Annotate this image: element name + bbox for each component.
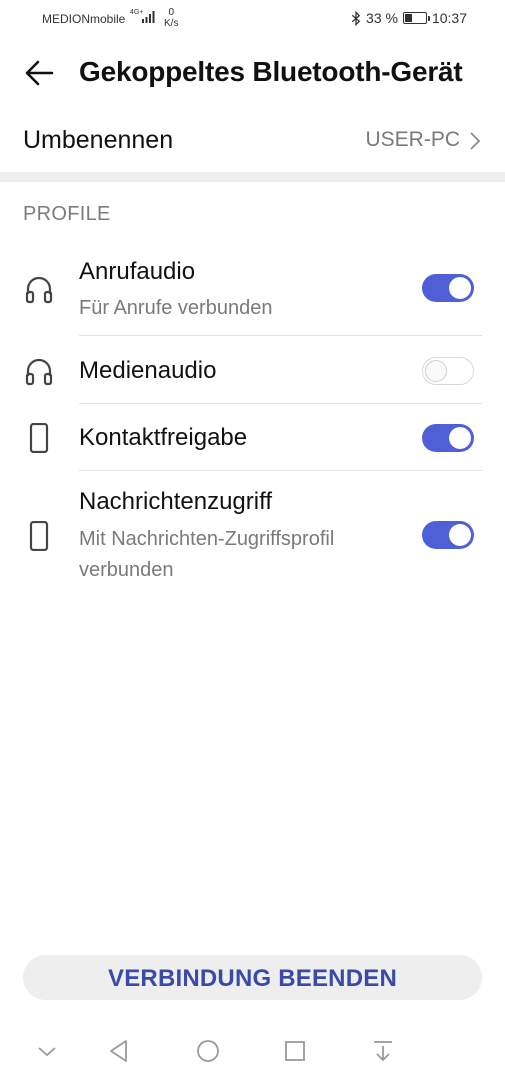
phone-icon (29, 521, 49, 551)
carrier-name: MEDIONmobile (42, 12, 126, 26)
clock: 10:37 (431, 10, 467, 26)
battery-percent: 33 % (366, 10, 398, 26)
row-divider (79, 335, 482, 336)
profile-row-media-audio[interactable]: Medienaudio (0, 337, 505, 404)
notification-pull-down-icon[interactable] (370, 1038, 396, 1064)
signal-icon (142, 11, 155, 23)
bluetooth-icon (351, 10, 361, 26)
network-speed: 0 K/s (164, 7, 178, 29)
toggle-contact-sharing[interactable] (422, 424, 474, 452)
profile-label: Kontaktfreigabe (79, 424, 248, 451)
device-name-value: USER-PC (365, 128, 460, 151)
headphones-icon (25, 276, 53, 304)
toggle-media-audio[interactable] (422, 357, 474, 385)
profile-row-message-access[interactable]: Nachrichtenzugriff Mit Nachrichten-Zugri… (0, 472, 505, 592)
headphones-icon (25, 358, 53, 386)
section-header-profiles: PROFILE (23, 203, 111, 225)
profile-label: Nachrichtenzugriff (79, 488, 272, 515)
nav-recents-icon[interactable] (282, 1038, 308, 1064)
status-bar: MEDIONmobile 4G+ 0 K/s 33 % 10:37 (0, 0, 505, 38)
profile-label: Anrufaudio (79, 258, 196, 285)
toggle-call-audio[interactable] (422, 274, 474, 302)
section-divider (0, 172, 505, 182)
profile-sublabel: Für Anrufe verbunden (79, 297, 273, 319)
disconnect-button[interactable]: VERBINDUNG BEENDEN (23, 955, 482, 1000)
chevron-down-icon[interactable] (34, 1038, 60, 1064)
row-divider (79, 470, 482, 471)
network-speed-value: 0 (168, 7, 174, 18)
phone-icon (29, 423, 49, 453)
profile-row-contact-sharing[interactable]: Kontaktfreigabe (0, 405, 505, 471)
rename-row[interactable]: Umbenennen USER-PC (0, 112, 505, 168)
page-title: Gekoppeltes Bluetooth-Gerät (79, 56, 463, 87)
toggle-message-access[interactable] (422, 521, 474, 549)
nav-home-icon[interactable] (195, 1038, 221, 1064)
network-speed-unit: K/s (164, 18, 179, 29)
app-header: Gekoppeltes Bluetooth-Gerät (0, 44, 505, 104)
profile-sublabel: Mit Nachrichten-Zugriffsprofil verbunden (79, 528, 335, 581)
profile-row-call-audio[interactable]: Anrufaudio Für Anrufe verbunden (0, 246, 505, 336)
battery-icon (402, 12, 430, 24)
row-divider (79, 403, 482, 404)
chevron-right-icon (470, 132, 481, 150)
rename-label: Umbenennen (23, 126, 174, 154)
profile-label: Medienaudio (79, 357, 217, 384)
navigation-bar (0, 1030, 505, 1074)
back-arrow-icon[interactable] (22, 56, 56, 90)
nav-back-icon[interactable] (106, 1038, 132, 1064)
